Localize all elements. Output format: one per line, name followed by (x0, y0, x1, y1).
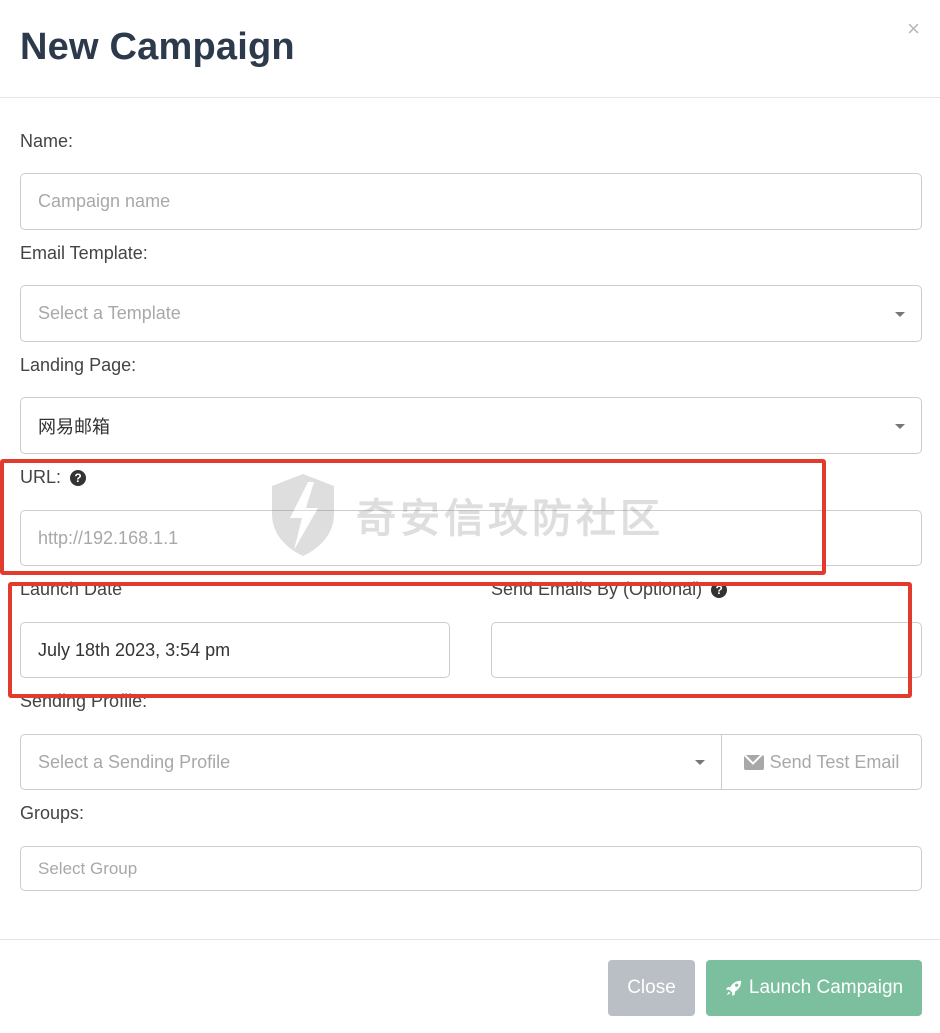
caret-down-icon (895, 423, 905, 429)
email-template-value: Select a Template (38, 303, 181, 323)
launch-campaign-button[interactable]: Launch Campaign (706, 960, 922, 1016)
caret-down-icon (695, 760, 705, 765)
new-campaign-modal: New Campaign × Name: Email Template: Sel… (0, 0, 940, 1033)
sending-profile-value: Select a Sending Profile (38, 751, 231, 772)
question-circle-icon[interactable]: ? (711, 582, 728, 598)
email-template-label: Email Template: (20, 243, 148, 263)
question-circle-icon[interactable]: ? (70, 470, 87, 486)
sending-profile-select[interactable]: Select a Sending Profile (20, 734, 722, 790)
name-label: Name: (20, 131, 74, 151)
envelope-icon (743, 754, 764, 770)
groups-input[interactable] (38, 858, 138, 879)
modal-title: New Campaign (20, 26, 295, 68)
landing-page-select[interactable]: 网易邮箱 (20, 397, 922, 454)
launch-date-label: Launch Date (20, 579, 123, 599)
groups-select[interactable] (20, 846, 922, 891)
send-test-email-button[interactable]: Send Test Email (722, 734, 922, 790)
campaign-name-input[interactable] (38, 191, 921, 212)
groups-label: Groups: (20, 803, 85, 823)
caret-down-icon (895, 311, 905, 317)
url-label-row: URL: ? (20, 467, 87, 488)
launch-campaign-label: Launch Campaign (748, 977, 904, 998)
close-icon[interactable]: × (907, 18, 920, 40)
url-label: URL: (20, 467, 62, 487)
launch-date-value: July 18th 2023, 3:54 pm (38, 639, 231, 660)
modal-header: New Campaign × (0, 0, 940, 98)
send-by-label: Send Emails By (Optional) (491, 579, 703, 599)
send-by-field[interactable] (491, 622, 922, 678)
send-test-email-label: Send Test Email (769, 751, 900, 772)
close-button[interactable]: Close (608, 960, 695, 1016)
url-field[interactable] (20, 510, 922, 566)
campaign-name-field[interactable] (20, 173, 922, 230)
rocket-icon (725, 980, 742, 997)
send-by-label-row: Send Emails By (Optional) ? (491, 579, 728, 600)
url-input[interactable] (38, 527, 921, 549)
launch-date-field[interactable]: July 18th 2023, 3:54 pm (20, 622, 450, 678)
sending-profile-label: Sending Profile: (20, 691, 148, 711)
landing-page-label: Landing Page: (20, 355, 137, 375)
landing-page-value: 网易邮箱 (38, 416, 110, 438)
email-template-select[interactable]: Select a Template (20, 285, 922, 342)
